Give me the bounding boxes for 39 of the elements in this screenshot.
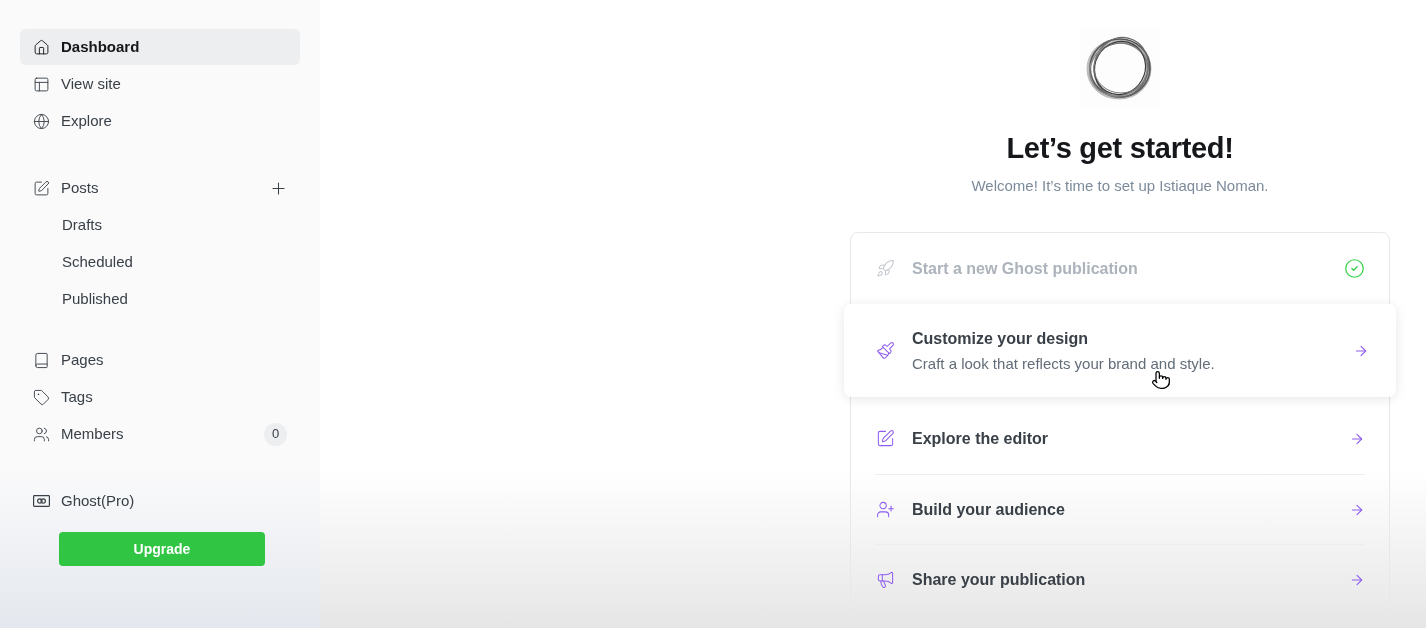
sidebar-item[interactable]: Tags — [20, 379, 300, 415]
sidebar-item[interactable]: View site — [20, 66, 300, 102]
globe-icon — [33, 112, 50, 130]
sidebar-item[interactable]: Members 0 — [20, 416, 300, 452]
user-plus-icon — [876, 500, 895, 519]
sidebar-item[interactable]: Dashboard — [20, 29, 300, 65]
checklist-step[interactable]: Customize your design Craft a look that reflects your brand and style. — [844, 304, 1396, 397]
pen-square-icon — [876, 429, 895, 448]
sidebar-item[interactable]: Scheduled — [20, 244, 300, 280]
check-circle-icon — [1344, 258, 1365, 279]
step-title: Customize your design — [912, 328, 1090, 349]
sidebar-item[interactable]: Posts — [20, 170, 256, 206]
sidebar-item[interactable]: Pages — [20, 342, 300, 378]
layout-icon — [33, 75, 50, 93]
tag-icon — [33, 388, 50, 406]
hand-pointer-icon — [1151, 368, 1171, 392]
step-title: Start a new Ghost publication — [912, 258, 1139, 279]
sidebar-item[interactable]: Ghost(Pro) — [20, 483, 300, 519]
step-description: Craft a look that reflects your brand and style. — [912, 353, 1216, 374]
paintbrush-icon — [876, 341, 895, 360]
checklist-step[interactable]: Share your publication — [875, 545, 1365, 614]
pen-square-icon — [33, 179, 50, 197]
welcome-text: Welcome! It’s time to set up Istiaque Noman. — [971, 176, 1269, 196]
house-icon — [33, 38, 50, 56]
checklist-step[interactable]: Build your audience — [875, 475, 1365, 544]
users-icon — [33, 425, 50, 443]
ticket-icon — [33, 495, 50, 507]
checklist-step[interactable]: Explore the editor — [851, 403, 1389, 474]
megaphone-icon — [876, 570, 895, 589]
step-title: Build your audience — [912, 499, 1066, 520]
sidebar-item[interactable]: Explore — [20, 103, 300, 139]
book-icon — [33, 351, 50, 369]
count-badge: 0 — [264, 422, 287, 446]
step-title: Share your publication — [912, 569, 1087, 590]
rocket-icon — [876, 259, 895, 278]
sidebar-item[interactable]: Drafts — [20, 207, 300, 243]
sidebar-item[interactable]: Published — [20, 281, 300, 317]
step-title: Explore the editor — [912, 428, 1050, 449]
page-title: Let’s get started! — [1006, 131, 1234, 165]
